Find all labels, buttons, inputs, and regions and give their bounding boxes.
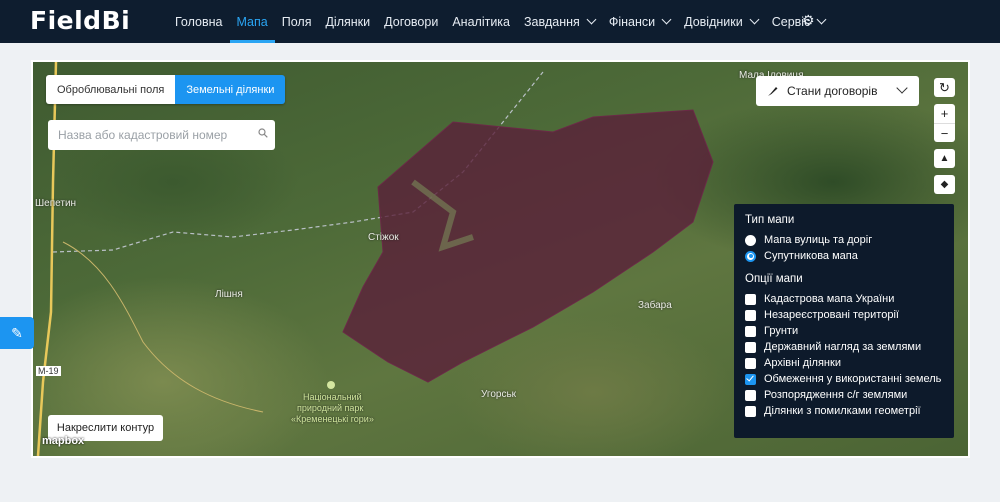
tab-land-plots[interactable]: Земельні ділянки xyxy=(175,75,286,104)
checkbox[interactable] xyxy=(745,309,756,321)
search-input[interactable] xyxy=(48,120,275,150)
nav-label: Довідники xyxy=(684,14,743,29)
map-option[interactable]: Обмеження у використанні земель xyxy=(745,371,943,387)
map-option[interactable]: Кадастрова мапа України xyxy=(745,291,943,307)
land-plot-polygon[interactable] xyxy=(342,109,714,383)
layers-icon: ◆ xyxy=(940,179,949,190)
checkbox[interactable] xyxy=(745,341,756,353)
radio-button[interactable] xyxy=(745,234,756,246)
top-navigation-bar: FieldBi Головна Мапа Поля Ділянки Догово… xyxy=(0,0,1000,43)
option-label: Розпорядження с/г землями xyxy=(764,389,908,401)
contract-status-dropdown[interactable]: Стани договорів xyxy=(756,76,919,106)
checkbox[interactable] xyxy=(745,405,756,417)
map-option[interactable]: Розпорядження с/г землями xyxy=(745,387,943,403)
option-label: Кадастрова мапа України xyxy=(764,293,895,305)
nav-label: Мапа xyxy=(236,14,268,29)
nav-item-finance[interactable]: Фінанси xyxy=(602,0,677,43)
checkbox[interactable] xyxy=(745,373,756,385)
fieldbi-logo[interactable]: FieldBi xyxy=(30,6,130,35)
option-label: Мапа вулиць та доріг xyxy=(764,234,873,246)
checkbox[interactable] xyxy=(745,325,756,337)
side-tools-tab[interactable]: ✎ xyxy=(0,317,34,349)
search-icon[interactable] xyxy=(258,128,268,138)
refresh-button[interactable]: ↻ xyxy=(934,78,955,97)
chevron-down-icon xyxy=(586,14,597,25)
option-label: Супутникова мапа xyxy=(764,250,858,262)
tab-cultivated-fields[interactable]: Оброблювальні поля xyxy=(46,75,176,104)
map-card: Шепетин Стіжок Лішня Забара Угорськ Мала… xyxy=(31,60,970,458)
mapbox-logo[interactable]: mapbox xyxy=(42,435,84,447)
nav-item-contracts[interactable]: Договори xyxy=(377,0,445,43)
park-label-line: Національний xyxy=(303,392,362,402)
nav-item-plots[interactable]: Ділянки xyxy=(318,0,377,43)
map-option[interactable]: Грунти xyxy=(745,323,943,339)
nav-item-analytics[interactable]: Аналітика xyxy=(445,0,517,43)
map-option[interactable]: Державний нагляд за землями xyxy=(745,339,943,355)
option-label: Ділянки з помилками геометрії xyxy=(764,405,921,417)
road-line xyxy=(62,241,264,413)
nav-item-map[interactable]: Мапа xyxy=(229,0,275,43)
chevron-down-icon xyxy=(816,14,827,25)
place-label: Шепетин xyxy=(35,198,77,209)
nav-label: Договори xyxy=(384,14,439,29)
map-layers-panel: Тип мапи Мапа вулиць та доріг Супутников… xyxy=(734,204,954,438)
nav-item-home[interactable]: Головна xyxy=(168,0,230,43)
chevron-down-icon xyxy=(661,14,672,25)
place-label: Лішня xyxy=(215,289,243,300)
checkbox[interactable] xyxy=(745,357,756,369)
map-options-title: Опції мапи xyxy=(745,273,803,285)
radio-button[interactable] xyxy=(745,250,756,262)
compass-button[interactable]: ▲ xyxy=(934,149,955,168)
park-label-line: «Кременецькі гори» xyxy=(291,414,374,424)
nav-label: Аналітика xyxy=(452,14,510,29)
chevron-down-icon xyxy=(749,14,760,25)
chevron-down-icon xyxy=(896,82,908,94)
map-option[interactable]: Незареєстровані території xyxy=(745,307,943,323)
option-label: Державний нагляд за землями xyxy=(764,341,922,353)
checkbox[interactable] xyxy=(745,389,756,401)
road-number-label: М-19 xyxy=(36,366,61,376)
nav-item-tasks[interactable]: Завдання xyxy=(517,0,602,43)
park-tree-icon xyxy=(327,381,335,389)
satellite-map[interactable]: Шепетин Стіжок Лішня Забара Угорськ Мала… xyxy=(33,62,968,456)
option-label: Обмеження у використанні земель xyxy=(764,373,942,385)
nav-item-references[interactable]: Довідники xyxy=(677,0,765,43)
map-option[interactable]: Ділянки з помилками геометрії xyxy=(745,403,943,419)
place-label: Угорськ xyxy=(481,389,517,400)
nav-label: Поля xyxy=(281,14,312,29)
checkbox[interactable] xyxy=(745,293,756,305)
park-label-line: природний парк xyxy=(297,403,364,413)
nav-label: Головна xyxy=(175,14,223,29)
nav-item-fields[interactable]: Поля xyxy=(275,0,319,43)
option-label: Архівні ділянки xyxy=(764,357,841,369)
nav-label: Фінанси xyxy=(608,14,656,29)
map-type-option[interactable]: Мапа вулиць та доріг xyxy=(745,232,943,248)
nav-item-service[interactable]: Сервіс xyxy=(765,0,833,43)
map-option[interactable]: Архівні ділянки xyxy=(745,355,943,371)
option-label: Грунти xyxy=(764,325,799,337)
place-label: Забара xyxy=(638,300,672,311)
contract-status-label: Стани договорів xyxy=(787,84,878,98)
magic-wand-icon: ✎ xyxy=(11,324,23,341)
refresh-icon: ↻ xyxy=(939,79,950,95)
compass-icon: ▲ xyxy=(939,153,950,164)
map-type-title: Тип мапи xyxy=(745,214,795,226)
gear-icon[interactable]: ⚙ xyxy=(802,13,816,27)
zoom-out-button[interactable]: − xyxy=(934,123,955,142)
main-nav: Головна Мапа Поля Ділянки Договори Аналі… xyxy=(168,0,832,43)
layers-button[interactable]: ◆ xyxy=(934,175,955,194)
place-label: Стіжок xyxy=(368,232,399,243)
nav-label: Ділянки xyxy=(325,14,371,29)
nav-label: Завдання xyxy=(524,14,580,29)
brush-icon xyxy=(768,86,778,96)
zoom-in-button[interactable]: + xyxy=(934,104,955,123)
option-label: Незареєстровані території xyxy=(764,309,899,321)
map-type-option[interactable]: Супутникова мапа xyxy=(745,248,943,264)
layer-tabs: Оброблювальні поля Земельні ділянки xyxy=(46,75,286,104)
